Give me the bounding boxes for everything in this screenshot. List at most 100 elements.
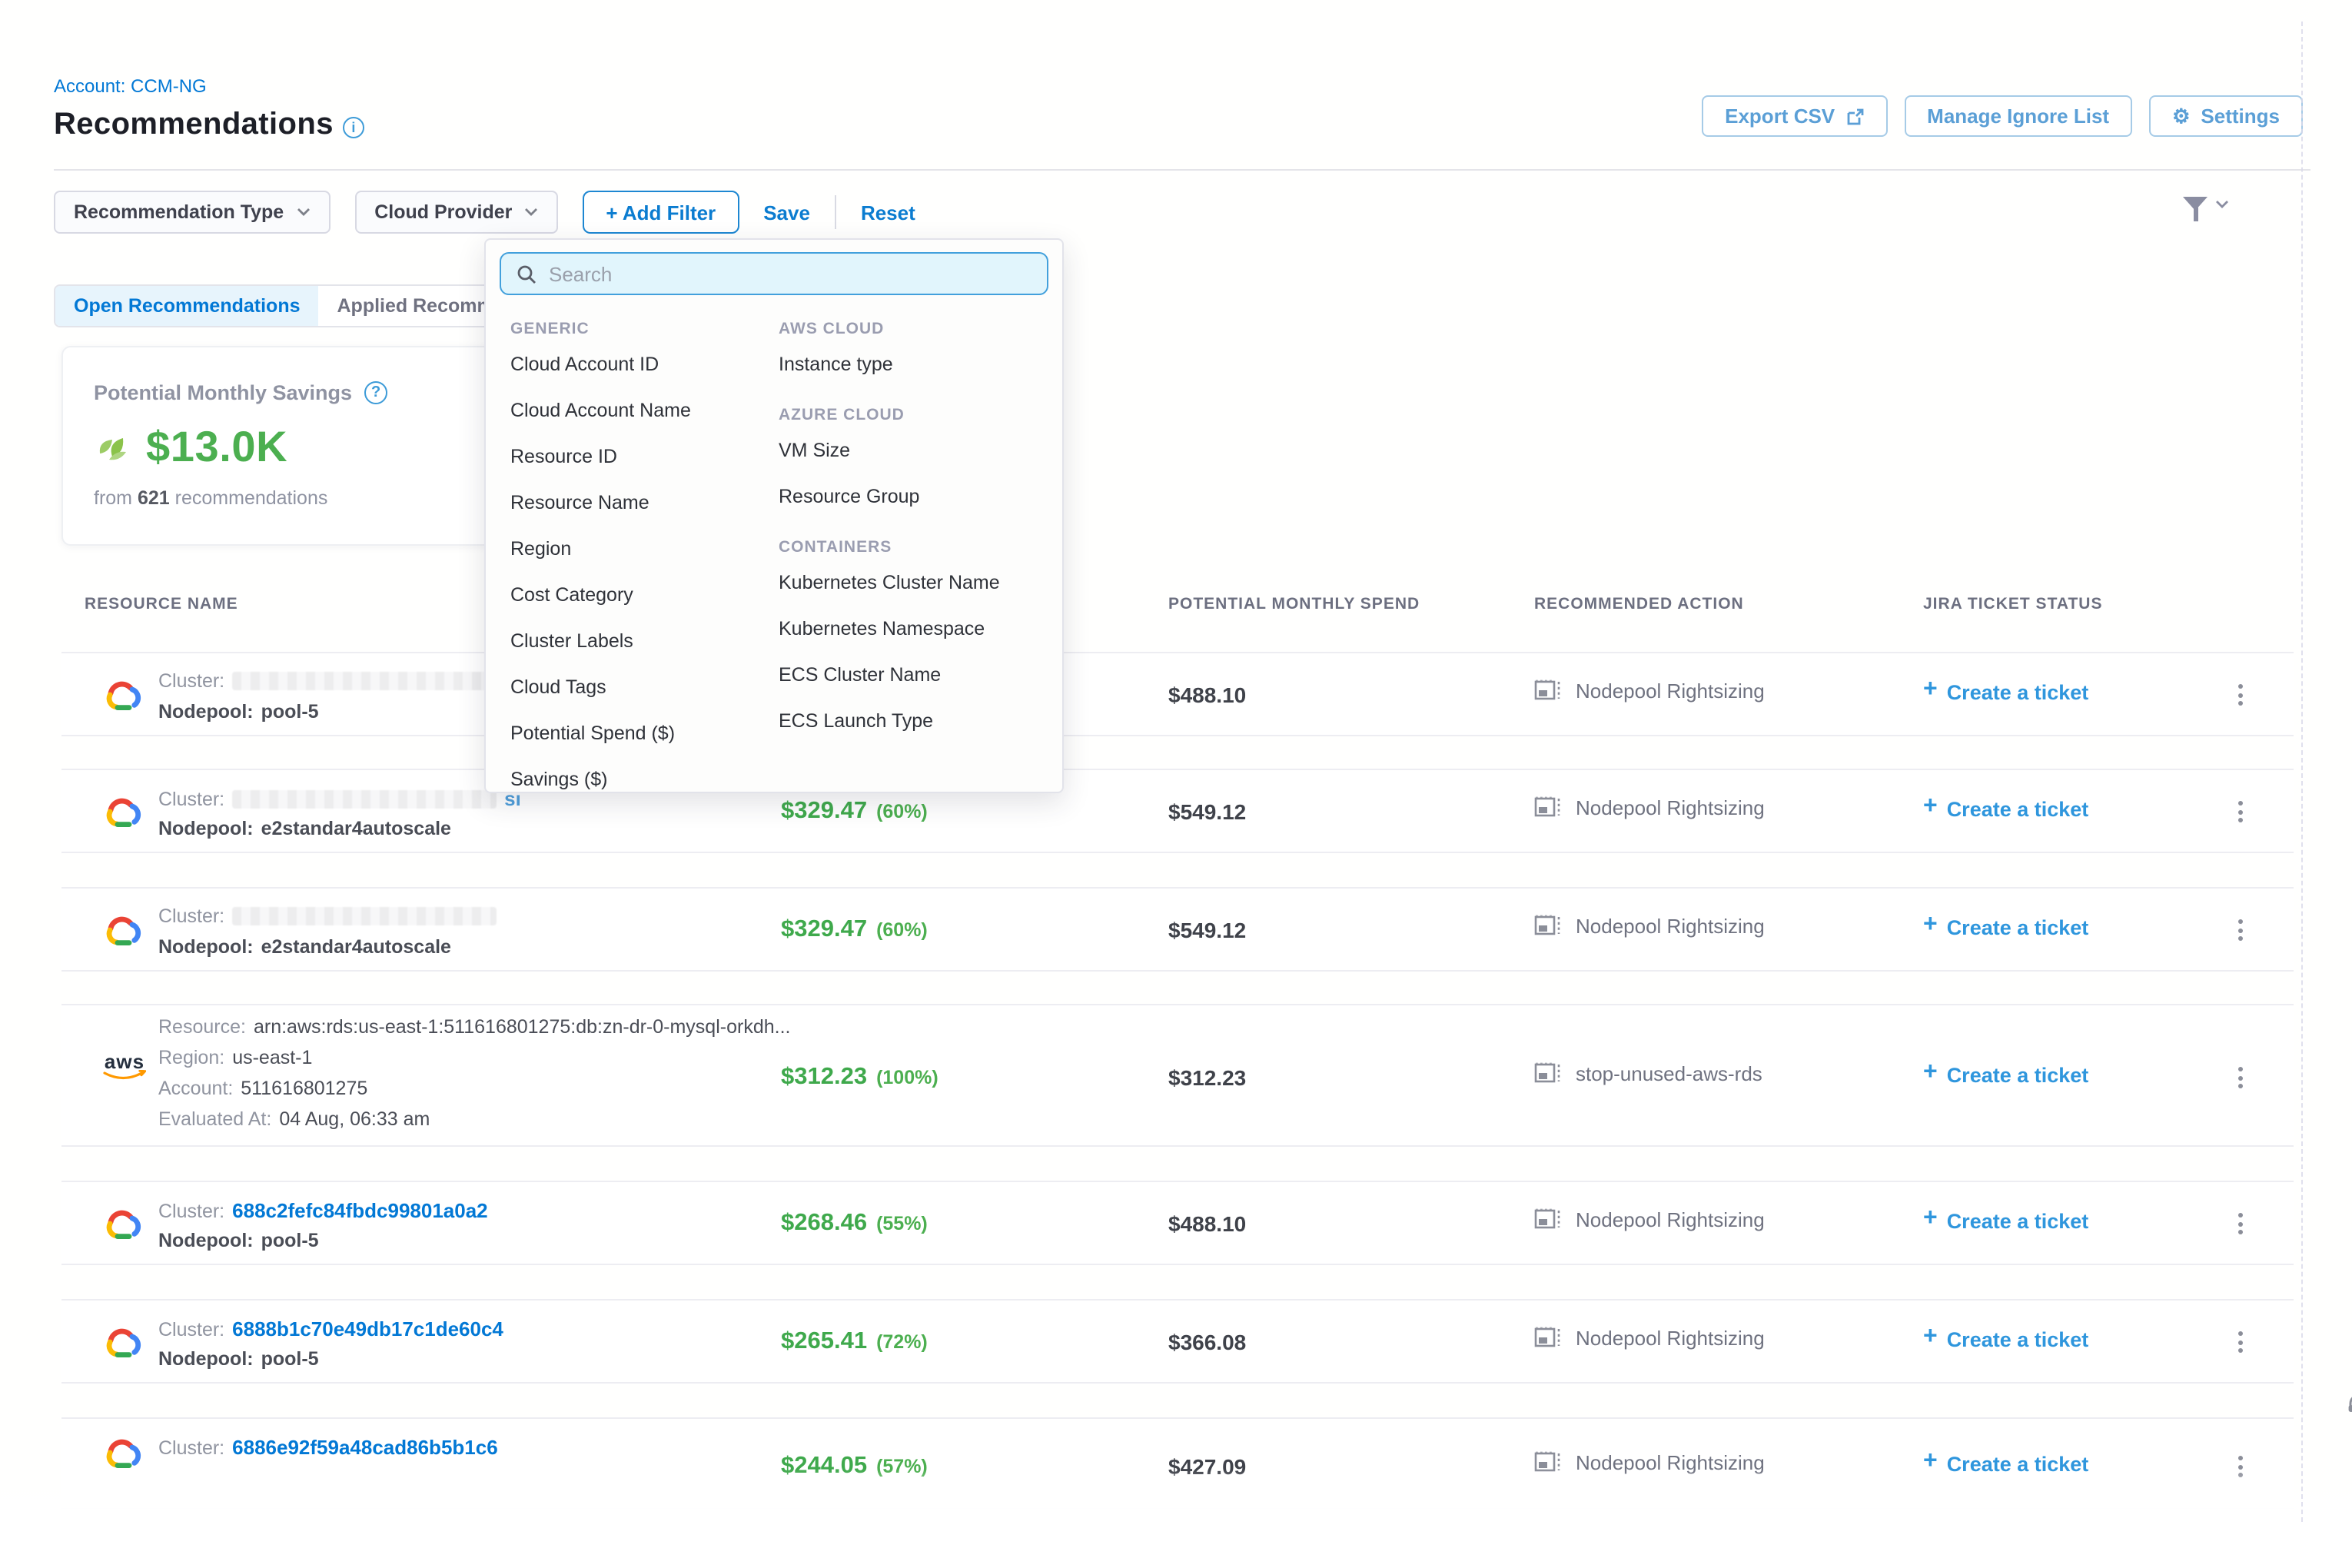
create-ticket-button[interactable]: +Create a ticket bbox=[1923, 796, 2088, 821]
dropdown-filter-item[interactable]: Kubernetes Cluster Name bbox=[779, 560, 1047, 606]
monthly-savings-cell: $312.23(100%) bbox=[781, 1064, 938, 1091]
potential-spend-cell: $549.12 bbox=[1168, 799, 1246, 824]
recommendations-page: Account: CCM-NG Recommendations i Export… bbox=[0, 0, 2352, 1568]
recommended-action-cell: Nodepool Rightsizing bbox=[1534, 1208, 1765, 1231]
create-ticket-button[interactable]: +Create a ticket bbox=[1923, 1208, 2088, 1233]
table-row: aws Resource:arn:aws:rds:us-east-1:51161… bbox=[61, 1004, 2294, 1147]
support-headset-icon[interactable] bbox=[2346, 1391, 2352, 1423]
filter-chip-cloud-provider[interactable]: Cloud Provider bbox=[354, 191, 558, 234]
dropdown-filter-item[interactable]: ECS Launch Type bbox=[779, 698, 1047, 744]
manage-ignore-list-button[interactable]: Manage Ignore List bbox=[1904, 95, 2132, 137]
potential-spend-cell: $366.08 bbox=[1168, 1330, 1246, 1354]
dropdown-filter-item[interactable]: Resource ID bbox=[510, 434, 779, 480]
row-menu-kebab[interactable] bbox=[2232, 1061, 2249, 1095]
add-filter-dropdown: GENERICCloud Account IDCloud Account Nam… bbox=[484, 238, 1064, 793]
dropdown-filter-item[interactable]: Savings ($) bbox=[510, 756, 779, 802]
gcp-cloud-icon bbox=[101, 1324, 143, 1359]
rightsizing-icon bbox=[1534, 915, 1563, 938]
bottom-fade bbox=[0, 1470, 2352, 1510]
chevron-down-icon bbox=[524, 208, 538, 217]
create-ticket-button[interactable]: +Create a ticket bbox=[1923, 1062, 2088, 1087]
dropdown-filter-item[interactable]: VM Size bbox=[779, 427, 1047, 473]
resource-line-label: Nodepool: bbox=[158, 1348, 254, 1370]
gear-icon: ⚙ bbox=[2172, 106, 2190, 126]
dropdown-filter-item[interactable]: Instance type bbox=[779, 341, 1047, 387]
row-menu-kebab[interactable] bbox=[2232, 1207, 2249, 1241]
monthly-savings-cell: $268.46(55%) bbox=[781, 1210, 928, 1237]
redacted-cluster-name bbox=[232, 789, 497, 808]
resource-line-label: Nodepool: bbox=[158, 936, 254, 958]
resource-line-value: 511616801275 bbox=[241, 1078, 367, 1099]
dropdown-filter-item[interactable]: Kubernetes Namespace bbox=[779, 606, 1047, 652]
dropdown-filter-item[interactable]: Resource Group bbox=[779, 473, 1047, 520]
search-input[interactable] bbox=[549, 262, 1031, 285]
redacted-cluster-name bbox=[232, 672, 497, 690]
rightsizing-icon bbox=[1534, 796, 1563, 819]
gcp-cloud-icon bbox=[101, 912, 143, 947]
resource-line-label: Account: bbox=[158, 1078, 233, 1099]
table-row: Cluster:si Nodepool:e2standar4autoscale … bbox=[61, 769, 2294, 853]
dropdown-filter-item[interactable]: Resource Name bbox=[510, 480, 779, 526]
column-header-recommended-action: RECOMMENDED ACTION bbox=[1534, 595, 1744, 613]
column-header-potential-monthly-spend: POTENTIAL MONTHLY SPEND bbox=[1168, 595, 1420, 613]
row-menu-kebab[interactable] bbox=[2232, 913, 2249, 947]
potential-spend-cell: $488.10 bbox=[1168, 1211, 1246, 1236]
add-filter-button[interactable]: + Add Filter bbox=[583, 191, 739, 234]
create-ticket-button[interactable]: +Create a ticket bbox=[1923, 915, 2088, 939]
resource-line-value: us-east-1 bbox=[232, 1047, 312, 1068]
resource-line-label: Evaluated At: bbox=[158, 1108, 271, 1130]
resource-line-label: Resource: bbox=[158, 1016, 246, 1038]
dropdown-filter-item[interactable]: Region bbox=[510, 526, 779, 572]
resource-line-label: Region: bbox=[158, 1047, 224, 1068]
dropdown-filter-item[interactable]: Cloud Account Name bbox=[510, 387, 779, 434]
bottom-mask bbox=[0, 1510, 2352, 1568]
settings-button[interactable]: ⚙ Settings bbox=[2149, 95, 2303, 137]
gcp-cloud-icon bbox=[101, 676, 143, 712]
recommended-action-cell: Nodepool Rightsizing bbox=[1534, 1327, 1765, 1350]
cluster-id-link[interactable]: 6888b1c70e49db17c1de60c4 bbox=[232, 1317, 503, 1340]
filter-chip-recommendation-type[interactable]: Recommendation Type bbox=[54, 191, 330, 234]
recommended-action-cell: Nodepool Rightsizing bbox=[1534, 915, 1765, 938]
resource-line-label: Nodepool: bbox=[158, 1230, 254, 1251]
dropdown-filter-item[interactable]: Cluster Labels bbox=[510, 618, 779, 664]
dropdown-filter-item[interactable]: Cloud Tags bbox=[510, 664, 779, 710]
resource-line-value: 04 Aug, 06:33 am bbox=[279, 1108, 430, 1130]
create-ticket-button[interactable]: +Create a ticket bbox=[1923, 1327, 2088, 1351]
filter-panel-toggle[interactable] bbox=[2183, 197, 2229, 211]
resource-line-value: pool-5 bbox=[261, 701, 319, 723]
dropdown-search[interactable] bbox=[500, 252, 1048, 295]
divider bbox=[835, 195, 836, 229]
cluster-id-link[interactable]: 688c2fefc84fbdc99801a0a2 bbox=[232, 1199, 488, 1222]
cluster-id-link[interactable]: 6886e92f59a48cad86b5b1c6 bbox=[232, 1436, 498, 1459]
savings-amount: $13.0K bbox=[146, 423, 287, 472]
info-icon[interactable]: i bbox=[343, 116, 364, 138]
export-csv-button[interactable]: Export CSV bbox=[1702, 95, 1887, 137]
account-breadcrumb-link[interactable]: Account: CCM-NG bbox=[54, 75, 207, 97]
dropdown-filter-item[interactable]: Cost Category bbox=[510, 572, 779, 618]
create-ticket-button[interactable]: +Create a ticket bbox=[1923, 679, 2088, 704]
resource-line-value: pool-5 bbox=[261, 1230, 319, 1251]
save-filter-button[interactable]: Save bbox=[763, 201, 810, 224]
dropdown-filter-item[interactable]: Cloud Account ID bbox=[510, 341, 779, 387]
rightsizing-icon bbox=[1534, 1062, 1563, 1085]
dropdown-filter-item[interactable]: ECS Cluster Name bbox=[779, 652, 1047, 698]
page-title: Recommendations bbox=[54, 108, 334, 143]
dropdown-section-header: AWS CLOUD bbox=[779, 320, 1047, 338]
resource-line-label: Cluster: bbox=[158, 1437, 224, 1458]
tab-open-recommendations[interactable]: Open Recommendations bbox=[55, 286, 319, 326]
row-menu-kebab[interactable] bbox=[2232, 795, 2249, 829]
gcp-cloud-icon bbox=[101, 1434, 143, 1470]
reset-filter-button[interactable]: Reset bbox=[861, 201, 915, 224]
funnel-icon bbox=[2183, 197, 2207, 211]
row-menu-kebab[interactable] bbox=[2232, 1325, 2249, 1359]
rightsizing-icon bbox=[1534, 1208, 1563, 1231]
external-link-icon bbox=[1845, 107, 1864, 125]
help-question-icon[interactable]: ? bbox=[364, 381, 387, 404]
dropdown-filter-item[interactable]: Potential Spend ($) bbox=[510, 710, 779, 756]
resource-line-label: Cluster: bbox=[158, 905, 224, 927]
aws-icon: aws bbox=[101, 1055, 148, 1082]
row-menu-kebab[interactable] bbox=[2232, 678, 2249, 712]
resource-line-label: Nodepool: bbox=[158, 701, 254, 723]
potential-spend-cell: $549.12 bbox=[1168, 918, 1246, 942]
rightsizing-icon bbox=[1534, 679, 1563, 703]
